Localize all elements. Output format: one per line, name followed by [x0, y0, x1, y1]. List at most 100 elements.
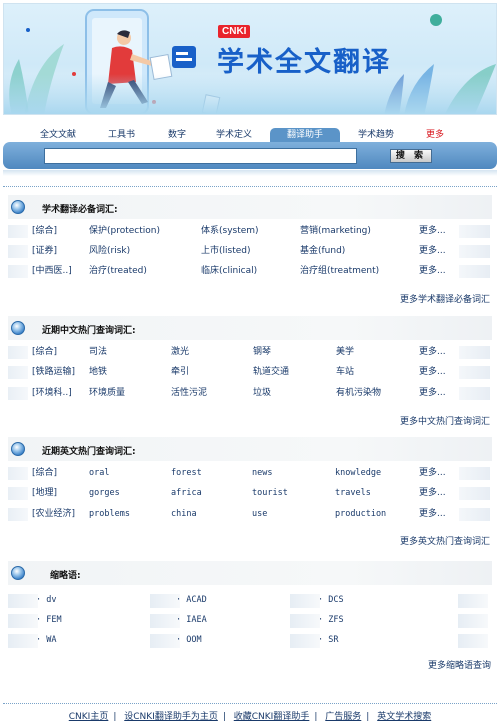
tab-translation-assistant[interactable]: 翻译助手: [270, 128, 340, 142]
category-label[interactable]: [中西医..]: [32, 266, 72, 277]
banner-wave: [4, 74, 496, 114]
abbreviation-link[interactable]: · ACAD: [176, 595, 207, 606]
search-bar-shadow: [3, 170, 497, 176]
term-link[interactable]: 保护(protection): [89, 226, 160, 237]
term-link[interactable]: knowledge: [335, 468, 381, 479]
more-chinese-hot-terms-link[interactable]: 更多中文热门查询词汇: [400, 414, 490, 427]
term-link[interactable]: news: [252, 468, 272, 479]
row-more-link[interactable]: 更多...: [419, 509, 446, 520]
abbreviation-link[interactable]: · FEM: [36, 615, 62, 626]
footer-separator: |: [113, 712, 117, 722]
term-link[interactable]: 活性污泥: [171, 388, 207, 399]
term-link[interactable]: 临床(clinical): [201, 266, 257, 277]
category-label[interactable]: [铁路运输]: [32, 367, 75, 378]
category-label[interactable]: [综合]: [32, 226, 57, 237]
footer: CNKI主页 | 设CNKI翻译助手为主页 | 收藏CNKI翻译助手 | 广告服务 | …: [0, 709, 500, 722]
term-link[interactable]: 体系(system): [201, 226, 259, 237]
section-header-chinese-hot-terms: 近期中文热门查询词汇:: [8, 316, 492, 340]
footer-link-set-homepage[interactable]: 设CNKI翻译助手为主页: [124, 712, 218, 722]
term-link[interactable]: 风险(risk): [89, 246, 130, 257]
abbreviation-link[interactable]: · DCS: [318, 595, 344, 606]
section-header-abbreviations: 缩略语:: [8, 561, 492, 585]
bullet-icon: [11, 321, 25, 335]
footer-separator: |: [366, 712, 370, 722]
term-link[interactable]: 垃圾: [253, 388, 271, 399]
term-link[interactable]: gorges: [89, 488, 120, 499]
footer-link-english-search[interactable]: 英文学术搜索: [377, 712, 431, 722]
term-link[interactable]: 有机污染物: [336, 388, 381, 399]
abbreviation-row: · dv · ACAD · DCS: [0, 592, 500, 608]
term-link[interactable]: tourist: [252, 488, 288, 499]
term-link[interactable]: 基金(fund): [300, 246, 345, 257]
abbreviation-link[interactable]: · OOM: [176, 635, 202, 646]
term-link[interactable]: 激光: [171, 347, 189, 358]
term-link[interactable]: africa: [171, 488, 202, 499]
abbreviation-link[interactable]: · IAEA: [176, 615, 207, 626]
more-essential-vocabulary-link[interactable]: 更多学术翻译必备词汇: [400, 292, 490, 305]
tab-reference-books[interactable]: 工具书: [108, 128, 135, 142]
term-link[interactable]: 车站: [336, 367, 354, 378]
tab-academic-trends[interactable]: 学术趋势: [358, 128, 394, 142]
row-more-link[interactable]: 更多...: [419, 488, 446, 499]
term-link[interactable]: use: [252, 509, 267, 520]
section-title: 学术翻译必备词汇:: [42, 205, 118, 215]
footer-link-cnki-home[interactable]: CNKI主页: [69, 712, 109, 722]
search-input[interactable]: [44, 148, 357, 164]
category-label[interactable]: [农业经济]: [32, 509, 75, 520]
row-more-link[interactable]: 更多...: [419, 246, 446, 257]
term-link[interactable]: 司法: [89, 347, 107, 358]
section-header-essential-vocabulary: 学术翻译必备词汇:: [8, 195, 492, 219]
tab-numbers[interactable]: 数字: [168, 128, 186, 142]
term-link[interactable]: 轨道交通: [253, 367, 289, 378]
term-link[interactable]: problems: [89, 509, 130, 520]
abbreviation-link[interactable]: · SR: [318, 635, 338, 646]
row-more-link[interactable]: 更多...: [419, 367, 446, 378]
abbreviation-link[interactable]: · ZFS: [318, 615, 344, 626]
footer-link-ad-service[interactable]: 广告服务: [325, 712, 361, 722]
tab-more[interactable]: 更多: [426, 128, 444, 142]
table-row: [环境科..] 环境质量 活性污泥 垃圾 有机污染物 更多...: [0, 385, 500, 401]
term-link[interactable]: china: [171, 509, 197, 520]
footer-separator: |: [222, 712, 226, 722]
footer-divider: [3, 703, 497, 704]
category-label[interactable]: [环境科..]: [32, 388, 72, 399]
section-title: 近期英文热门查询词汇:: [42, 447, 136, 457]
section-header-english-hot-terms: 近期英文热门查询词汇:: [8, 437, 492, 461]
tab-academic-definitions[interactable]: 学术定义: [216, 128, 252, 142]
term-link[interactable]: forest: [171, 468, 202, 479]
table-row: [铁路运输] 地铁 牵引 轨道交通 车站 更多...: [0, 364, 500, 380]
term-link[interactable]: 上市(listed): [201, 246, 251, 257]
abbreviation-link[interactable]: · WA: [36, 635, 56, 646]
row-more-link[interactable]: 更多...: [419, 388, 446, 399]
term-link[interactable]: 牵引: [171, 367, 189, 378]
table-row: [综合] oral forest news knowledge 更多...: [0, 465, 500, 481]
footer-link-bookmark[interactable]: 收藏CNKI翻译助手: [234, 712, 310, 722]
tab-fulltext[interactable]: 全文文献: [40, 128, 76, 142]
category-label[interactable]: [综合]: [32, 468, 57, 479]
category-label[interactable]: [证券]: [32, 246, 57, 257]
row-more-link[interactable]: 更多...: [419, 266, 446, 277]
term-link[interactable]: 营销(marketing): [300, 226, 371, 237]
term-link[interactable]: 治疗组(treatment): [300, 266, 379, 277]
row-more-link[interactable]: 更多...: [419, 226, 446, 237]
abbreviation-row: · FEM · IAEA · ZFS: [0, 612, 500, 628]
more-abbreviations-link[interactable]: 更多缩略语查询: [428, 658, 491, 671]
category-label[interactable]: [综合]: [32, 347, 57, 358]
category-label[interactable]: [地理]: [32, 488, 57, 499]
table-row: [综合] 保护(protection) 体系(system) 营销(market…: [0, 223, 500, 239]
term-link[interactable]: 美学: [336, 347, 354, 358]
abbreviation-link[interactable]: · dv: [36, 595, 56, 606]
divider: [3, 186, 497, 187]
term-link[interactable]: 地铁: [89, 367, 107, 378]
term-link[interactable]: travels: [335, 488, 371, 499]
more-english-hot-terms-link[interactable]: 更多英文热门查询词汇: [400, 534, 490, 547]
search-button[interactable]: 搜 索: [390, 149, 432, 163]
row-more-link[interactable]: 更多...: [419, 347, 446, 358]
term-link[interactable]: 环境质量: [89, 388, 125, 399]
term-link[interactable]: oral: [89, 468, 109, 479]
banner: CNKI 学术全文翻译: [3, 3, 497, 115]
row-more-link[interactable]: 更多...: [419, 468, 446, 479]
term-link[interactable]: 钢琴: [253, 347, 271, 358]
term-link[interactable]: production: [335, 509, 386, 520]
term-link[interactable]: 治疗(treated): [89, 266, 147, 277]
